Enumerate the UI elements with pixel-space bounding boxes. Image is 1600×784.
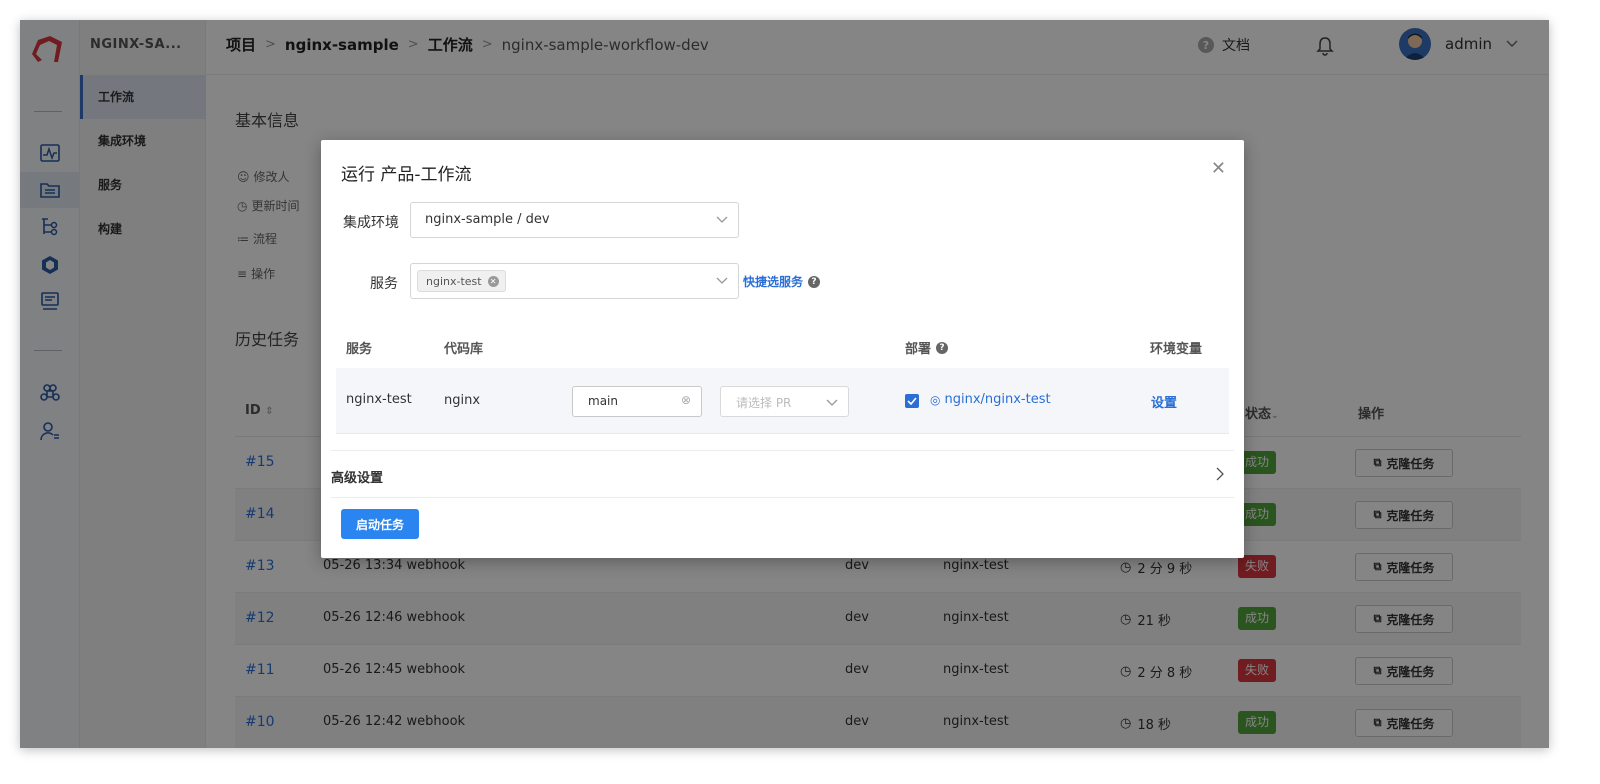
- container-icon: ◎: [930, 392, 941, 407]
- pr-select[interactable]: 请选择 PR: [720, 386, 849, 417]
- close-icon[interactable]: ✕: [1211, 158, 1226, 179]
- start-task-button[interactable]: 启动任务: [341, 509, 419, 539]
- chevron-down-icon: [716, 216, 728, 223]
- chevron-down-icon: [826, 399, 838, 406]
- run-workflow-dialog: 运行 产品-工作流 ✕ 集成环境 nginx-sample / dev 服务 n…: [321, 140, 1244, 558]
- col-env-vars: 环境变量: [1150, 342, 1203, 357]
- remove-tag-icon[interactable]: ✕: [487, 275, 499, 287]
- service-multiselect[interactable]: nginx-test ✕: [410, 263, 739, 299]
- service-name: nginx-test: [346, 392, 412, 407]
- branch-select[interactable]: main ⊗: [572, 386, 702, 417]
- clear-circle-icon[interactable]: ⊗: [681, 393, 691, 407]
- help-circle-icon: ?: [808, 275, 821, 288]
- deploy-checkbox[interactable]: [905, 394, 919, 408]
- env-select[interactable]: nginx-sample / dev: [410, 202, 739, 238]
- deploy-target-link[interactable]: ◎ nginx/nginx-test: [930, 392, 1051, 407]
- check-icon: [907, 397, 917, 405]
- col-repo: 代码库: [444, 342, 484, 357]
- repo-name: nginx: [444, 393, 481, 408]
- advanced-settings-collapse[interactable]: 高级设置: [331, 450, 1234, 498]
- dialog-title: 运行 产品-工作流: [341, 165, 472, 185]
- advanced-settings-label: 高级设置: [331, 471, 384, 486]
- col-deploy: 部署?: [905, 338, 949, 357]
- chevron-down-icon: [716, 277, 728, 284]
- env-settings-link[interactable]: 设置: [1151, 392, 1177, 411]
- col-service: 服务: [346, 342, 373, 357]
- app-window: NGINX-SA... 工作流 集成环境 服务 构建 项目 > nginx-sa…: [20, 20, 1549, 748]
- service-tag: nginx-test ✕: [417, 270, 506, 292]
- env-label: 集成环境: [343, 215, 399, 231]
- quick-select-services-link[interactable]: 快捷选服务 ?: [743, 273, 821, 290]
- help-circle-icon: ?: [936, 341, 949, 354]
- chevron-right-icon: [1216, 467, 1224, 481]
- service-config-row: nginx-test nginx main ⊗ 请选择 PR ◎ nginx/n…: [336, 368, 1229, 434]
- service-label: 服务: [370, 276, 398, 292]
- env-select-value: nginx-sample / dev: [425, 212, 550, 227]
